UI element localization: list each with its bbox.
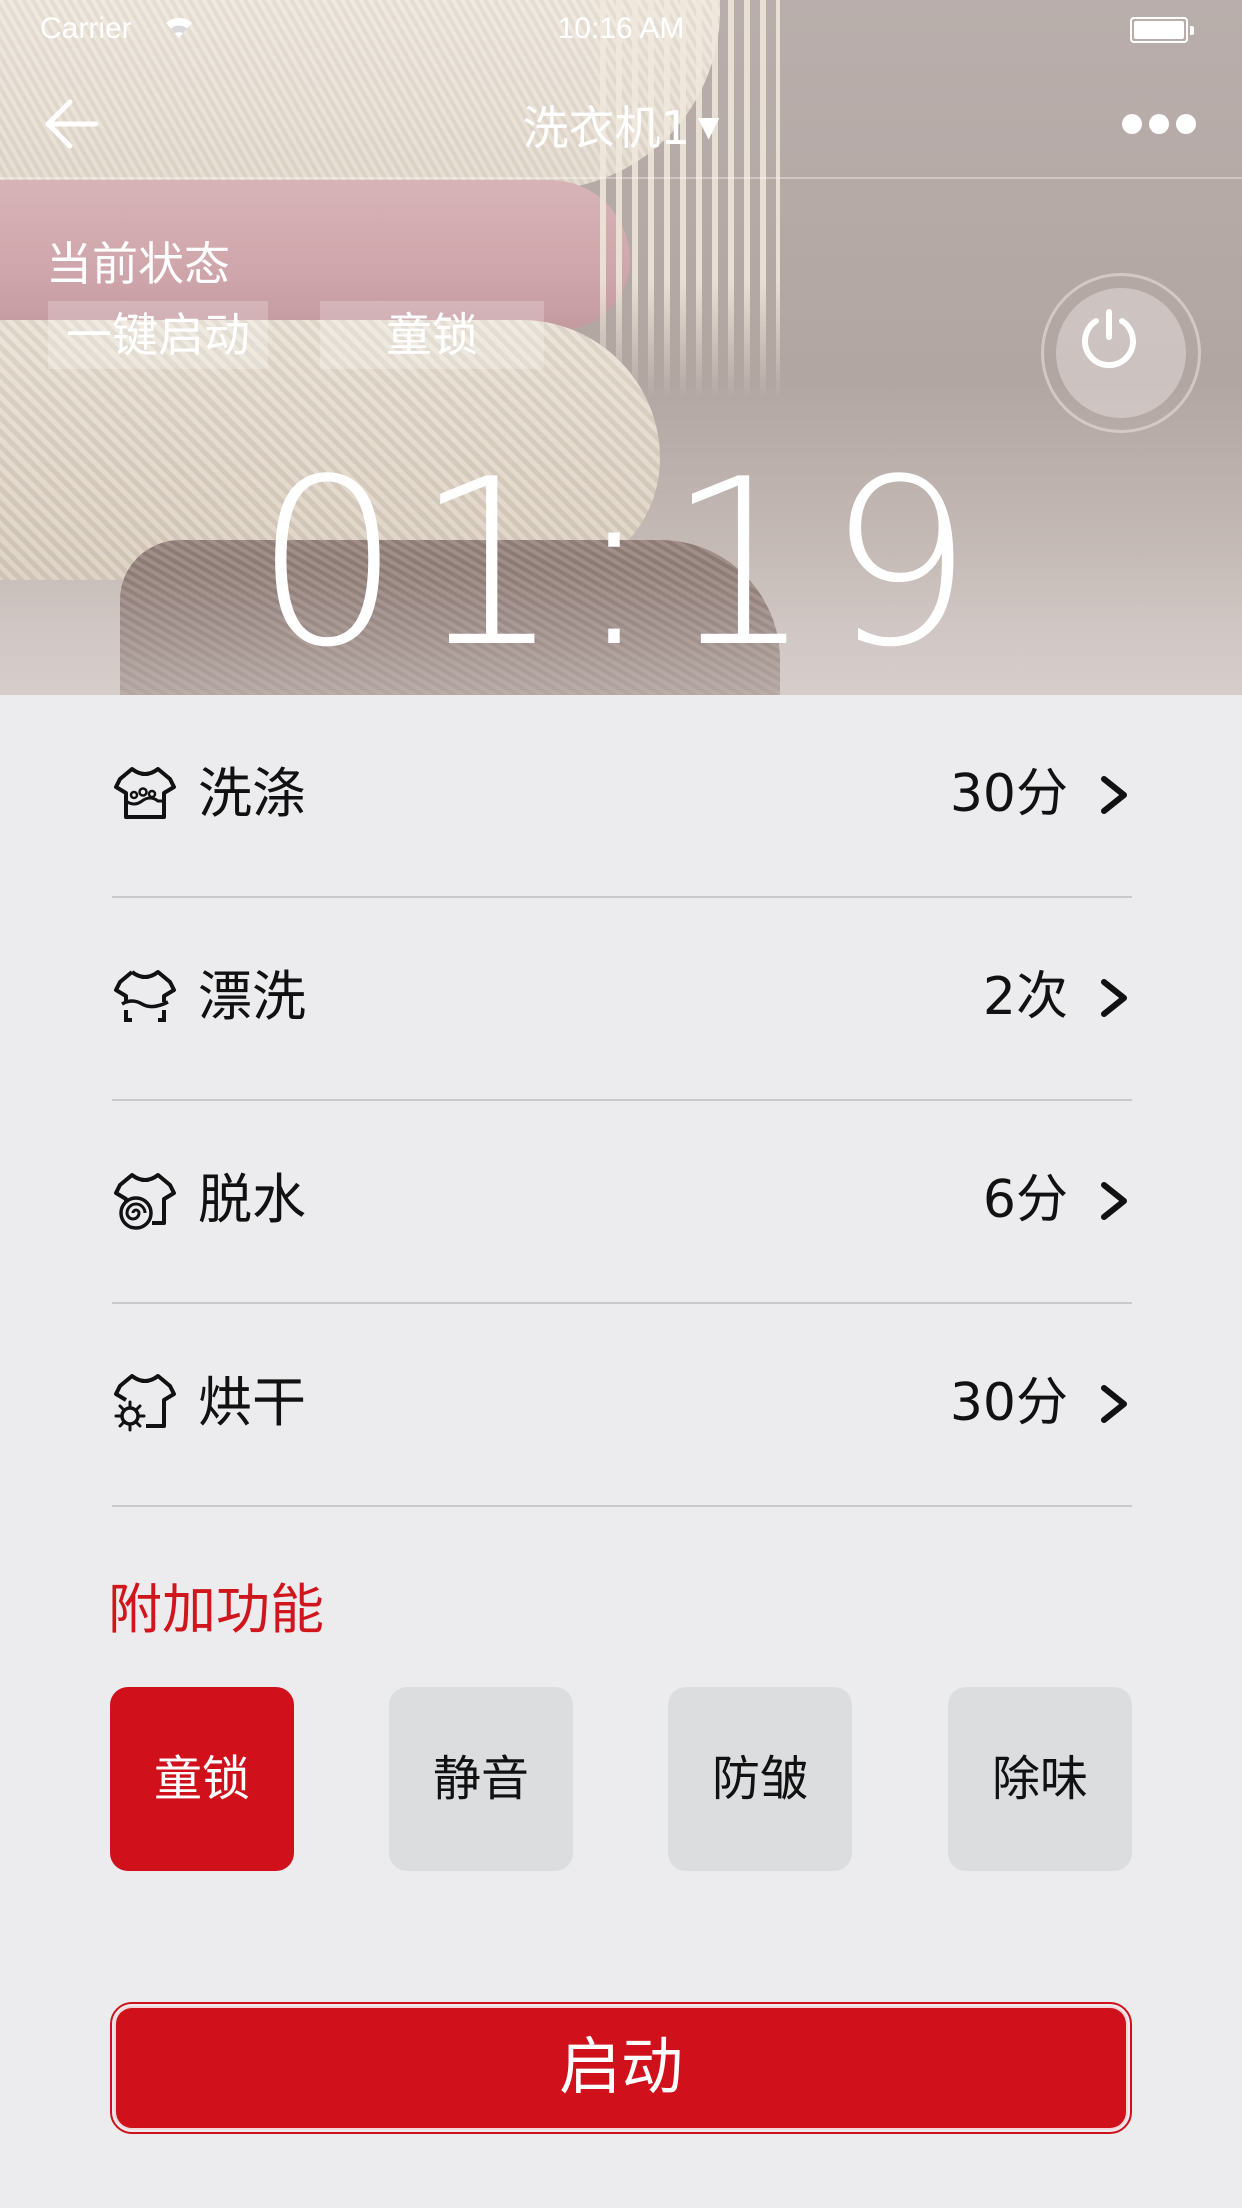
shirt-spin-icon <box>114 1173 176 1230</box>
nav-bar: 洗衣机1 ▼ <box>0 64 1242 178</box>
extra-option-child-lock[interactable]: 童锁 <box>110 1687 294 1871</box>
settings-list: 洗涤 30分 漂洗 2次 脱水 6分 烘干 30分 <box>112 695 1132 1507</box>
status-bar: Carrier 10:16 AM <box>0 0 1242 60</box>
extra-option-mute[interactable]: 静音 <box>389 1687 573 1871</box>
current-state-label: 当前状态 <box>46 237 230 291</box>
shirt-rinse-icon <box>114 970 176 1022</box>
extra-functions-title: 附加功能 <box>108 1578 324 1641</box>
setting-value: 2次 <box>982 967 1068 1027</box>
setting-label: 漂洗 <box>198 965 306 1028</box>
more-dots-icon[interactable] <box>1122 114 1196 136</box>
extra-option-anti-wrinkle[interactable]: 防皱 <box>668 1687 852 1871</box>
setting-row-dry[interactable]: 烘干 30分 <box>112 1304 1132 1507</box>
nav-divider <box>0 177 1242 179</box>
countdown-timer: 01:19 <box>254 431 988 698</box>
status-time: 10:16 AM <box>557 12 685 45</box>
battery-icon <box>1130 17 1194 43</box>
setting-value: 30分 <box>949 764 1068 824</box>
shirt-dry-icon <box>114 1374 176 1432</box>
device-selector[interactable]: 洗衣机1 ▼ <box>0 92 1242 158</box>
chevron-right-icon <box>1101 776 1127 814</box>
extra-functions-group: 童锁 静音 防皱 除味 <box>110 1687 1132 1871</box>
setting-label: 脱水 <box>198 1168 306 1231</box>
setting-label: 烘干 <box>198 1371 306 1434</box>
chevron-right-icon <box>1101 979 1127 1017</box>
setting-value: 6分 <box>982 1170 1068 1230</box>
start-button[interactable]: 启动 <box>116 2008 1126 2128</box>
chevron-right-icon <box>1101 1182 1127 1220</box>
extra-option-deodorize[interactable]: 除味 <box>948 1687 1132 1871</box>
power-button[interactable] <box>1041 273 1201 433</box>
hero-scarf-fringe <box>600 0 780 400</box>
caret-down-icon: ▼ <box>697 110 720 143</box>
setting-row-rinse[interactable]: 漂洗 2次 <box>112 898 1132 1101</box>
chevron-right-icon <box>1101 1385 1127 1423</box>
setting-row-spin[interactable]: 脱水 6分 <box>112 1101 1132 1304</box>
state-chip-child-lock: 童锁 <box>320 301 544 369</box>
setting-row-wash[interactable]: 洗涤 30分 <box>112 695 1132 898</box>
shirt-wash-icon <box>114 767 176 819</box>
power-icon <box>1082 309 1136 369</box>
setting-value: 30分 <box>949 1373 1068 1433</box>
setting-label: 洗涤 <box>198 762 306 825</box>
device-title: 洗衣机1 <box>522 101 690 155</box>
state-chip-one-key-start: 一键启动 <box>48 301 268 369</box>
start-button-frame: 启动 <box>110 2002 1132 2134</box>
